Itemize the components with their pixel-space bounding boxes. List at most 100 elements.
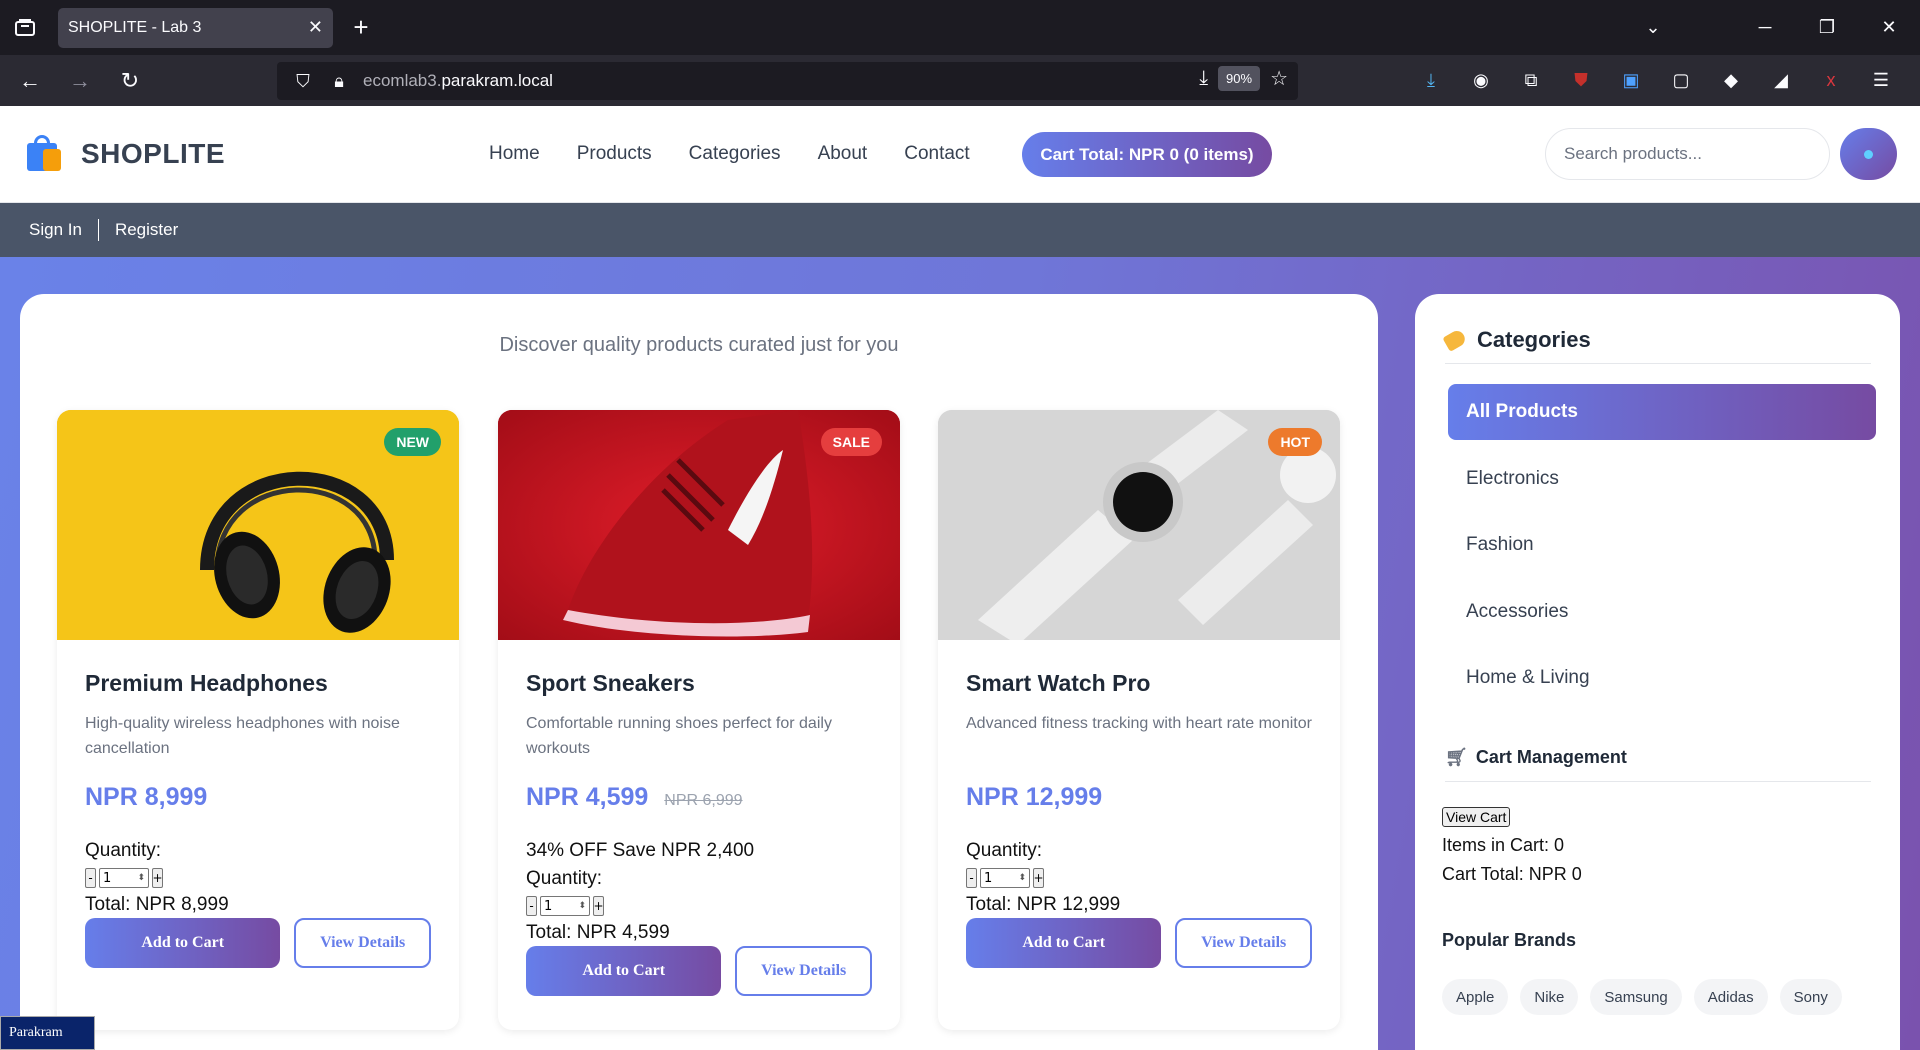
product-description: High-quality wireless headphones with no… (85, 715, 400, 757)
product-card: NEW Premium Headphones High-quality wire… (57, 410, 459, 1030)
ublock-icon[interactable]: ⛊ (1556, 70, 1606, 91)
quantity-increase-button[interactable]: + (593, 896, 604, 916)
product-total: Total: NPR 8,999 (85, 894, 229, 915)
reload-button[interactable]: ↻ (110, 61, 150, 101)
categories-heading: Categories (1442, 327, 1591, 353)
brand-samsung[interactable]: Samsung (1590, 979, 1682, 1015)
view-cart-button[interactable]: View Cart (1442, 807, 1511, 827)
github-extension-icon[interactable]: ◆ (1706, 70, 1756, 91)
restore-icon[interactable]: ❐ (1796, 17, 1858, 38)
view-details-button[interactable]: View Details (735, 946, 872, 996)
menu-icon[interactable]: ☰ (1856, 70, 1906, 91)
tab-overview-button[interactable] (0, 0, 50, 55)
product-image-sneakers[interactable]: SALE (498, 410, 900, 640)
bookmark-star-icon[interactable]: ☆ (1270, 66, 1288, 91)
sticky-extension-icon[interactable]: ◢ (1756, 70, 1806, 91)
downloads-icon[interactable]: ⤓ (1406, 70, 1456, 91)
user-dot-icon (1864, 149, 1873, 159)
products-panel: Discover quality products curated just f… (20, 294, 1378, 1050)
forward-button[interactable]: → (60, 61, 100, 101)
quantity-stepper: - 1 ⬍ + (85, 866, 431, 890)
quantity-decrease-button[interactable]: - (966, 868, 977, 888)
main-nav: Home Products Categories About Contact (489, 143, 1007, 165)
extensions-icon[interactable]: ⧉ (1506, 70, 1556, 91)
browser-nav-bar: ← → ↻ ⛉ 🔒︎ ecomlab3.parakram.local ⤓ 90%… (0, 55, 1920, 106)
sidebar-cart-total: Cart Total: NPR 0 (1442, 864, 1582, 884)
nav-categories[interactable]: Categories (689, 143, 781, 165)
url-text[interactable]: ecomlab3.parakram.local (363, 71, 553, 91)
product-name: Smart Watch Pro (966, 670, 1151, 696)
quantity-decrease-button[interactable]: - (526, 896, 537, 916)
cart-management-heading: 🛒︎ Cart Management (1445, 747, 1627, 767)
product-name: Sport Sneakers (526, 670, 695, 696)
tab-overview-icon (15, 18, 35, 36)
spinner-icon[interactable]: ⬍ (1018, 873, 1026, 883)
new-tab-button[interactable]: + (341, 8, 381, 48)
tag-icon (1442, 328, 1468, 352)
quantity-increase-button[interactable]: + (1033, 868, 1044, 888)
taskbar-label[interactable]: Parakram (0, 1016, 95, 1050)
add-to-cart-button[interactable]: Add to Cart (526, 946, 722, 996)
quantity-input[interactable]: 1 ⬍ (99, 868, 149, 888)
sign-in-link[interactable]: Sign In (29, 220, 82, 240)
quantity-label: Quantity: (85, 840, 162, 861)
category-accessories[interactable]: Accessories (1448, 584, 1876, 640)
spinner-icon[interactable]: ⬍ (578, 901, 586, 911)
view-details-button[interactable]: View Details (294, 918, 431, 968)
discount-text: 34% OFF Save NPR 2,400 (526, 840, 755, 861)
fx-extension-icon[interactable]: ▣ (1606, 70, 1656, 91)
nav-contact[interactable]: Contact (904, 143, 969, 165)
quantity-input[interactable]: 1 ⬍ (540, 896, 590, 916)
search-input[interactable] (1545, 128, 1830, 180)
view-details-button[interactable]: View Details (1175, 918, 1312, 968)
zoom-level[interactable]: 90% (1218, 66, 1261, 91)
sidebar: Categories All Products Electronics Fash… (1415, 294, 1900, 1050)
glasses-extension-icon[interactable]: ▢ (1656, 70, 1706, 91)
category-home-living[interactable]: Home & Living (1448, 650, 1876, 706)
x-extension-icon[interactable]: x (1806, 70, 1856, 91)
save-page-icon[interactable]: ⤓ (1199, 67, 1208, 90)
product-image-headphones[interactable]: NEW (57, 410, 459, 640)
spinner-icon[interactable]: ⬍ (137, 873, 145, 883)
brand-nike[interactable]: Nike (1520, 979, 1579, 1015)
list-all-tabs-icon[interactable]: ⌄ (1622, 17, 1684, 38)
brand-list: Apple Nike Samsung Adidas Sony (1442, 979, 1842, 1015)
register-link[interactable]: Register (115, 220, 178, 240)
category-fashion[interactable]: Fashion (1448, 517, 1876, 573)
brand-apple[interactable]: Apple (1442, 979, 1509, 1015)
cart-total-button[interactable]: Cart Total: NPR 0 (0 items) (1022, 132, 1272, 177)
brand-name: SHOPLITE (81, 138, 226, 169)
site-logo[interactable]: SHOPLITE (25, 135, 225, 173)
browser-tab-active[interactable]: SHOPLITE - Lab 3 ✕ (58, 7, 333, 48)
quantity-stepper: - 1 ⬍ + (966, 866, 1312, 890)
add-to-cart-button[interactable]: Add to Cart (966, 918, 1162, 968)
url-bar[interactable]: ⛉ 🔒︎ ecomlab3.parakram.local ⤓ 90% ☆ (277, 62, 1298, 100)
cart-icon: 🛒︎ (1445, 747, 1468, 767)
category-electronics[interactable]: Electronics (1448, 451, 1876, 507)
auth-bar: Sign In Register (0, 203, 1920, 257)
nav-about[interactable]: About (818, 143, 868, 165)
back-button[interactable]: ← (10, 61, 50, 101)
brand-adidas[interactable]: Adidas (1693, 979, 1768, 1015)
tab-close-icon[interactable]: ✕ (308, 17, 323, 38)
category-all-products[interactable]: All Products (1448, 384, 1876, 440)
brand-sony[interactable]: Sony (1779, 979, 1842, 1015)
account-icon[interactable]: ◉ (1456, 70, 1506, 91)
minimize-icon[interactable]: ─ (1734, 17, 1796, 38)
add-to-cart-button[interactable]: Add to Cart (85, 918, 281, 968)
nav-products[interactable]: Products (577, 143, 652, 165)
quantity-input[interactable]: 1 ⬍ (980, 868, 1030, 888)
nav-home[interactable]: Home (489, 143, 540, 165)
shield-icon[interactable]: ⛉ (291, 71, 315, 92)
profile-button[interactable] (1840, 128, 1897, 180)
product-description: Comfortable running shoes perfect for da… (526, 715, 832, 757)
close-window-icon[interactable]: ✕ (1858, 17, 1920, 38)
quantity-increase-button[interactable]: + (152, 868, 163, 888)
lock-icon[interactable]: 🔒︎ (327, 71, 351, 92)
original-price: NPR 6,999 (664, 792, 743, 809)
product-price: NPR 12,999 (966, 783, 1103, 811)
quantity-decrease-button[interactable]: - (85, 868, 96, 888)
product-image-smartwatch[interactable]: HOT (938, 410, 1340, 640)
browser-tab-bar: SHOPLITE - Lab 3 ✕ + ⌄ ─ ❐ ✕ (0, 0, 1920, 55)
product-total: Total: NPR 4,599 (526, 922, 670, 943)
